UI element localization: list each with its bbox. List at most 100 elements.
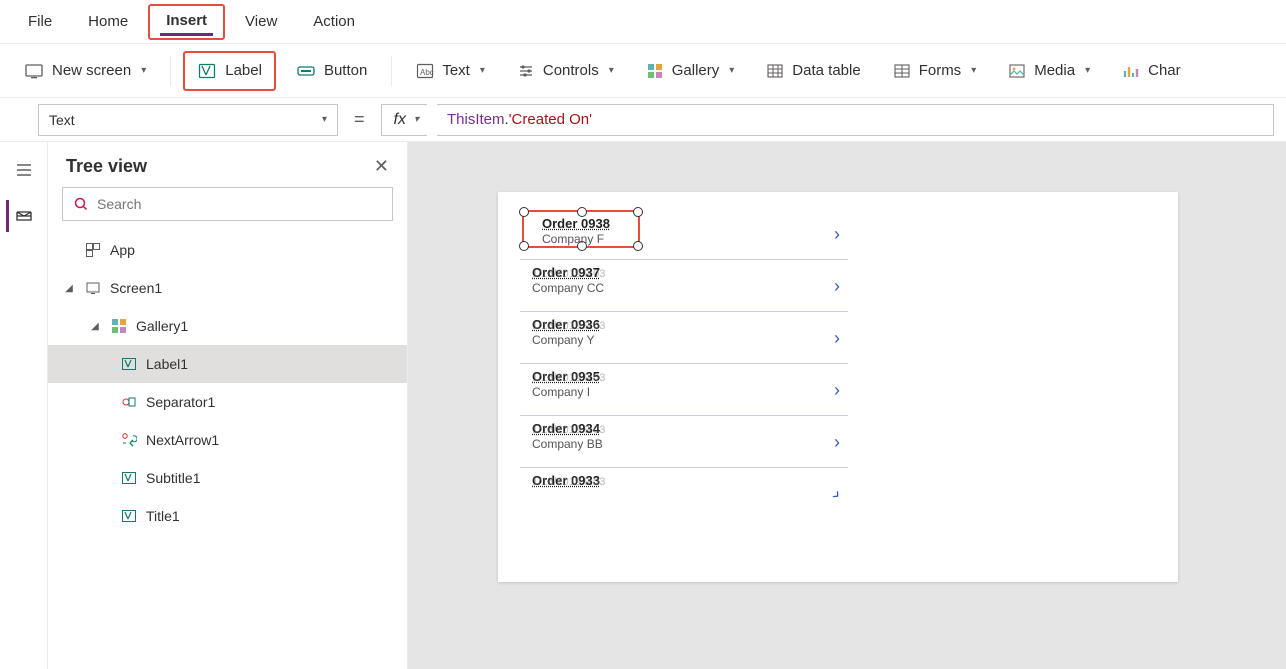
fx-button[interactable]: fx ▾: [381, 104, 427, 136]
canvas[interactable]: Order 0938 Company F › Order 0937 1/18/2…: [408, 142, 1286, 669]
tree-node-screen1-label: Screen1: [110, 280, 162, 296]
button-control-button[interactable]: Button: [284, 53, 379, 89]
resize-handle[interactable]: [519, 241, 529, 251]
gallery-item[interactable]: Order 0938 Company F ›: [520, 208, 848, 260]
rail-tree-view[interactable]: [6, 200, 38, 232]
tree-node-nextarrow1-label: NextArrow1: [146, 432, 219, 448]
controls-icon: [517, 62, 535, 80]
formula-bar: Text ▾ = fx ▾ ThisItem.'Created On': [0, 98, 1286, 142]
gallery-item[interactable]: Order 0933 1/18/2019 9:03 ›: [520, 468, 848, 520]
resize-handle[interactable]: [633, 207, 643, 217]
forms-icon: [893, 62, 911, 80]
text-dropdown[interactable]: Abc Text ▾: [404, 54, 497, 88]
charts-dropdown[interactable]: Char: [1110, 54, 1193, 88]
label-button[interactable]: Label: [185, 53, 274, 89]
tree-node-label1[interactable]: Label1: [48, 345, 407, 383]
chevron-down-icon: ▾: [414, 114, 419, 125]
chevron-right-icon[interactable]: ›: [828, 485, 846, 505]
screen-preview[interactable]: Order 0938 Company F › Order 0937 1/18/2…: [498, 192, 1178, 582]
formula-token-thisitem: ThisItem: [447, 111, 505, 128]
tree-node-gallery1[interactable]: ◢ Gallery1: [48, 307, 407, 345]
ribbon-separator: [391, 56, 392, 86]
menu-file[interactable]: File: [12, 7, 68, 36]
resize-handle[interactable]: [633, 241, 643, 251]
gallery-item-subtitle: Company Y: [532, 333, 594, 347]
chevron-right-icon[interactable]: ›: [834, 276, 840, 297]
chevron-right-icon[interactable]: ›: [834, 328, 840, 349]
resize-handle[interactable]: [519, 207, 529, 217]
new-screen-label: New screen: [52, 62, 131, 79]
tree-search-input[interactable]: [97, 196, 382, 212]
tree-node-title1[interactable]: Title1: [48, 497, 407, 535]
gallery-dropdown-label: Gallery: [672, 62, 720, 79]
chevron-right-icon[interactable]: ›: [834, 432, 840, 453]
formula-input[interactable]: ThisItem.'Created On': [437, 104, 1274, 136]
chevron-down-icon: ▾: [480, 65, 485, 76]
menu-home[interactable]: Home: [72, 7, 144, 36]
chevron-right-icon[interactable]: ›: [834, 224, 840, 245]
collapse-icon[interactable]: ◢: [62, 283, 76, 294]
data-table-label: Data table: [792, 62, 860, 79]
new-screen-button[interactable]: New screen ▾: [12, 53, 158, 89]
chevron-down-icon: ▾: [141, 65, 146, 76]
rail-hamburger[interactable]: [8, 154, 40, 186]
media-dropdown[interactable]: Media ▾: [996, 54, 1102, 88]
gallery-item-subtitle: Company CC: [532, 281, 604, 295]
media-dropdown-label: Media: [1034, 62, 1075, 79]
gallery-preview[interactable]: Order 0938 Company F › Order 0937 1/18/2…: [520, 208, 848, 566]
equals-label: =: [348, 109, 371, 130]
formula-token-column: 'Created On': [509, 111, 592, 128]
svg-text:Abc: Abc: [420, 68, 434, 77]
text-dropdown-label: Text: [442, 62, 470, 79]
tree-node-subtitle1[interactable]: Subtitle1: [48, 459, 407, 497]
button-control-text: Button: [324, 62, 367, 79]
left-rail: [0, 142, 48, 669]
gallery-item-date: 1/18/2019 9:03: [532, 476, 605, 488]
tree-node-separator1[interactable]: Separator1: [48, 383, 407, 421]
label-icon: [120, 355, 138, 373]
collapse-icon[interactable]: ◢: [88, 321, 102, 332]
table-icon: [766, 62, 784, 80]
screen-icon: [84, 279, 102, 297]
tree-node-separator1-label: Separator1: [146, 394, 215, 410]
tree-node-nextarrow1[interactable]: NextArrow1: [48, 421, 407, 459]
chevron-right-icon[interactable]: ›: [834, 380, 840, 401]
menu-view[interactable]: View: [229, 7, 293, 36]
ribbon: New screen ▾ Label Button Abc Text ▾ Con…: [0, 44, 1286, 98]
charts-dropdown-label: Char: [1148, 62, 1181, 79]
gallery-item-date: 1/18/2019 9:03: [532, 424, 605, 436]
controls-dropdown[interactable]: Controls ▾: [505, 54, 626, 88]
gallery-item-title: Order 0938: [542, 216, 610, 231]
separator-icon: [120, 393, 138, 411]
tree-search[interactable]: [62, 187, 393, 221]
gallery-item-date: 1/18/2019 9:03: [532, 268, 605, 280]
tree-node-title1-label: Title1: [146, 508, 180, 524]
tree-node-label1-label: Label1: [146, 356, 188, 372]
chevron-down-icon: ▾: [322, 114, 327, 125]
tree-node-screen1[interactable]: ◢ Screen1: [48, 269, 407, 307]
tree-node-subtitle1-label: Subtitle1: [146, 470, 200, 486]
ribbon-separator: [170, 56, 171, 86]
chart-icon: [1122, 62, 1140, 80]
tree-list: App ◢ Screen1 ◢ Gallery1 Lab: [48, 231, 407, 669]
gallery-item[interactable]: Order 0934 1/18/2019 9:03 Company BB ›: [520, 416, 848, 468]
menu-insert[interactable]: Insert: [160, 8, 213, 36]
chevron-down-icon: ▾: [971, 65, 976, 76]
gallery-item[interactable]: Order 0936 1/18/2019 9:03 Company Y ›: [520, 312, 848, 364]
data-table-button[interactable]: Data table: [754, 54, 872, 88]
forms-dropdown[interactable]: Forms ▾: [881, 54, 989, 88]
close-icon[interactable]: ✕: [374, 156, 389, 177]
gallery-dropdown[interactable]: Gallery ▾: [634, 54, 747, 88]
text-icon: Abc: [416, 62, 434, 80]
chevron-down-icon: ▾: [729, 65, 734, 76]
button-icon: [296, 61, 316, 81]
gallery-icon: [646, 62, 664, 80]
gallery-item[interactable]: Order 0937 1/18/2019 9:03 Company CC ›: [520, 260, 848, 312]
property-dropdown[interactable]: Text ▾: [38, 104, 338, 136]
tree-node-app[interactable]: App: [48, 231, 407, 269]
forms-dropdown-label: Forms: [919, 62, 962, 79]
tree-node-app-label: App: [110, 242, 135, 258]
menu-action[interactable]: Action: [297, 7, 371, 36]
gallery-item[interactable]: Order 0935 1/18/2019 9:03 Company I ›: [520, 364, 848, 416]
fx-label: fx: [394, 111, 406, 129]
